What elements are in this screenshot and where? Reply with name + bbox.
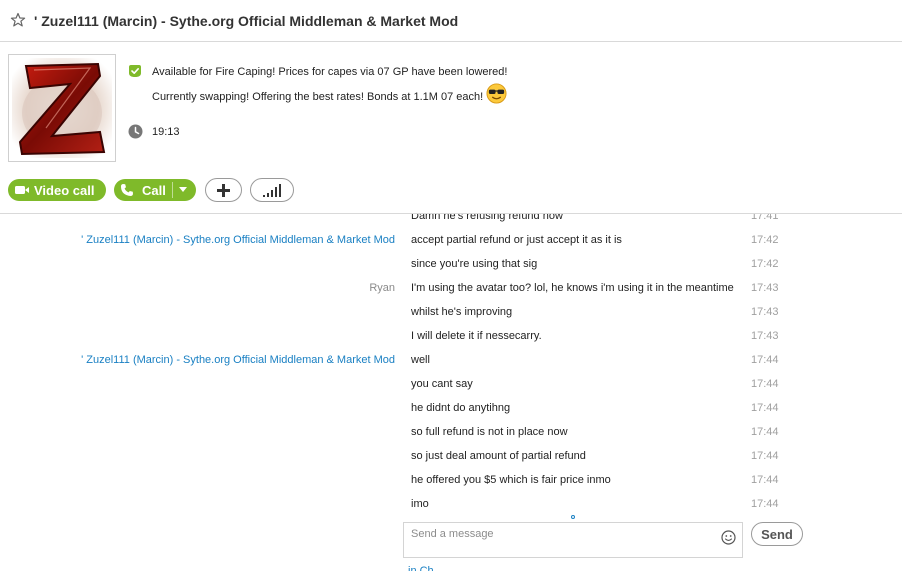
message-time: 17:44 xyxy=(751,354,779,366)
conversation-title: ' Zuzel111 (Marcin) - Sythe.org Official… xyxy=(34,13,459,29)
message-row: Damn he's refusing refund now 17:41 xyxy=(0,214,902,229)
message-row: whilst he's improving 17:43 xyxy=(0,301,902,325)
message-sender[interactable]: ' Zuzel111 (Marcin) - Sythe.org Official… xyxy=(81,234,395,246)
message-time: 17:44 xyxy=(751,474,779,486)
z-logo-image xyxy=(12,58,112,158)
message-time: 17:42 xyxy=(751,234,779,246)
message-time: 17:43 xyxy=(751,306,779,318)
message-sender: Ryan xyxy=(369,282,395,294)
call-button[interactable]: Call xyxy=(114,179,196,201)
cool-emoji-icon xyxy=(486,83,507,104)
message-time: 17:42 xyxy=(751,258,779,270)
call-quality-button[interactable] xyxy=(250,178,294,202)
mood-message-line2: Currently swapping! Offering the best ra… xyxy=(152,91,484,103)
message-row: he didnt do anytihng 17:44 xyxy=(0,397,902,421)
chevron-down-icon[interactable] xyxy=(179,187,187,192)
status-available-icon xyxy=(129,65,141,77)
message-time: 17:43 xyxy=(751,330,779,342)
message-input[interactable] xyxy=(404,523,714,557)
add-to-conversation-button[interactable] xyxy=(205,178,242,202)
conversation-header: ' Zuzel111 (Marcin) - Sythe.org Official… xyxy=(0,0,902,42)
message-time: 17:44 xyxy=(751,450,779,462)
message-row: you cant say 17:44 xyxy=(0,373,902,397)
message-composer[interactable] xyxy=(403,522,743,558)
message-text: I will delete it if nessecarry. xyxy=(411,330,542,342)
message-text: I'm using the avatar too? lol, he knows … xyxy=(411,282,734,294)
message-row: since you're using that sig 17:42 xyxy=(0,253,902,277)
message-row: I will delete it if nessecarry. 17:43 xyxy=(0,325,902,349)
message-text: so just deal amount of partial refund xyxy=(411,450,586,462)
message-text: you cant say xyxy=(411,378,473,390)
video-camera-icon xyxy=(15,186,29,194)
video-call-button[interactable]: Video call xyxy=(8,179,106,201)
message-row: so just deal amount of partial refund 17… xyxy=(0,445,902,469)
video-call-label: Video call xyxy=(34,182,95,198)
message-row: ' Zuzel111 (Marcin) - Sythe.org Official… xyxy=(0,349,902,373)
message-row: he offered you $5 which is fair price in… xyxy=(0,469,902,493)
chat-history[interactable]: Damn he's refusing refund now 17:41 ••• … xyxy=(0,214,902,520)
message-row: so full refund is not in place now 17:44 xyxy=(0,421,902,445)
phone-icon xyxy=(121,184,133,196)
message-time: 17:44 xyxy=(751,426,779,438)
message-text: whilst he's improving xyxy=(411,306,513,318)
message-time: 17:41 xyxy=(751,214,779,222)
mood-message-line1: Available for Fire Caping! Prices for ca… xyxy=(152,66,508,78)
call-label: Call xyxy=(142,182,166,198)
message-text: well xyxy=(411,354,430,366)
message-text: since you're using that sig xyxy=(411,258,538,270)
message-row: ' Zuzel111 (Marcin) - Sythe.org Official… xyxy=(0,229,902,253)
message-time: 17:44 xyxy=(751,402,779,414)
message-text: he offered you $5 which is fair price in… xyxy=(411,474,611,486)
clock-icon xyxy=(128,124,143,139)
message-row: imo 17:44 xyxy=(0,493,902,517)
call-divider xyxy=(172,182,173,198)
message-row: Ryan I'm using the avatar too? lol, he k… xyxy=(0,277,902,301)
emoticon-icon[interactable] xyxy=(721,530,736,545)
message-text: he didnt do anytihng xyxy=(411,402,511,414)
message-time: 17:44 xyxy=(751,498,779,510)
message-sender[interactable]: ' Zuzel111 (Marcin) - Sythe.org Official… xyxy=(81,354,395,366)
message-text: Damn he's refusing refund now xyxy=(411,214,563,222)
typing-indicator-dot xyxy=(571,515,575,519)
message-text: so full refund is not in place now xyxy=(411,426,568,438)
message-time: 17:44 xyxy=(751,378,779,390)
contact-avatar[interactable] xyxy=(8,54,116,162)
signal-bars-icon xyxy=(263,183,281,197)
plus-icon xyxy=(217,183,230,197)
contact-local-time: 19:13 xyxy=(152,126,180,138)
composer-footer-text: in Ch xyxy=(408,565,434,571)
message-time: 17:43 xyxy=(751,282,779,294)
send-button[interactable]: Send xyxy=(751,522,803,546)
message-text: imo xyxy=(411,498,429,510)
message-text: accept partial refund or just accept it … xyxy=(411,234,622,246)
star-icon[interactable] xyxy=(10,12,26,28)
